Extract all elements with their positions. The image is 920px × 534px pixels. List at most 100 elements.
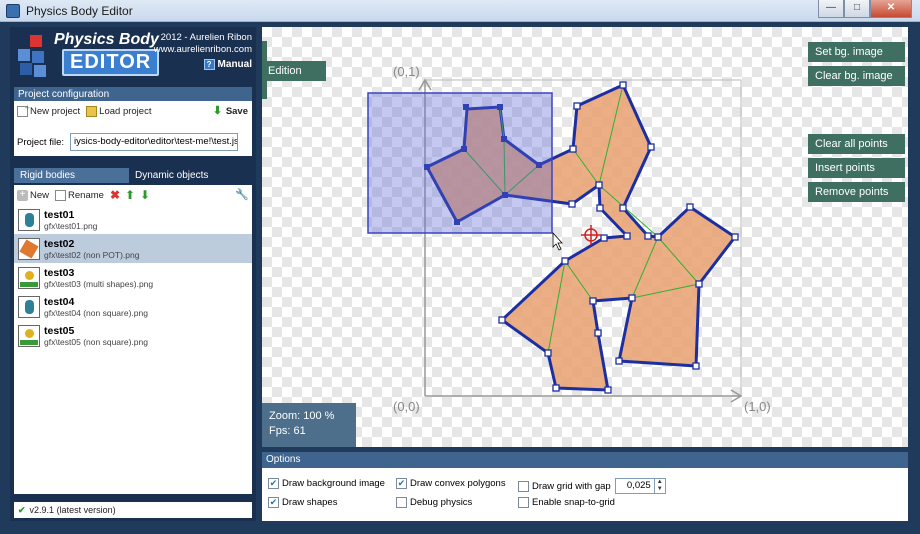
body-thumbnail (18, 208, 40, 231)
draw-bg-image-option[interactable]: ✔ Draw background image (268, 478, 385, 489)
grid-gap-spinner[interactable]: 0,025 ▲ ▼ (614, 478, 666, 494)
draw-convex-option[interactable]: ✔ Draw convex polygons (396, 478, 506, 489)
list-item[interactable]: test03 gfx\test03 (multi shapes).png (14, 263, 252, 292)
version-status: ✔ v2.9.1 (latest version) (14, 502, 252, 518)
grid-gap-input[interactable]: 0,025 (614, 478, 655, 494)
remove-points-button[interactable]: Remove points (808, 182, 905, 202)
body-path: gfx\test02 (non POT).png (44, 249, 140, 260)
body-name: test04 (44, 295, 75, 308)
project-file-input[interactable]: iysics-body-editor\editor\test-me!\test.… (70, 133, 238, 151)
new-project-button[interactable]: + New project (17, 103, 81, 117)
save-project-button[interactable]: ⬇ Save (212, 104, 248, 117)
app-icon (6, 4, 20, 18)
credits: 2012 - Aurelien Ribon www.aurelienribon.… (154, 32, 252, 56)
bodies-tabs: Rigid bodies Dynamic objects (14, 168, 252, 183)
logo: Physics Body EDITOR 2012 - Aurelien Ribo… (10, 27, 256, 85)
list-item[interactable]: test04 gfx\test04 (non square).png (14, 292, 252, 321)
editor-canvas[interactable]: (0,1) (0,0) (1,0) Edition Set bg. image … (262, 27, 908, 447)
new-body-button[interactable]: + New (17, 189, 50, 201)
tab-edition[interactable]: Edition (262, 61, 326, 81)
debug-physics-label: Debug physics (410, 497, 473, 508)
body-path: gfx\test04 (non square).png (44, 307, 148, 318)
new-document-icon: + (17, 103, 30, 117)
move-down-icon[interactable]: ⬇ (140, 189, 151, 201)
snap-to-grid-label: Enable snap-to-grid (532, 497, 615, 508)
window-controls: — □ ✕ (818, 0, 912, 18)
tab-rigid-bodies[interactable]: Rigid bodies (14, 168, 129, 183)
draw-shapes-option[interactable]: ✔ Draw shapes (268, 497, 337, 508)
save-arrow-icon: ⬇ (212, 104, 223, 117)
checkbox-unchecked[interactable] (396, 497, 407, 508)
rename-label: Rename (68, 189, 104, 201)
project-config-panel: + New project Load project ⬇ Save Projec… (14, 101, 252, 156)
body-thumbnail (18, 237, 40, 260)
options-header: Options (262, 452, 908, 468)
checkbox-checked[interactable]: ✔ (268, 497, 279, 508)
tab-dynamic-objects[interactable]: Dynamic objects (129, 168, 214, 183)
credits-website[interactable]: www.aurelienribon.com (154, 44, 252, 56)
clear-bg-image-button[interactable]: Clear bg. image (808, 66, 905, 86)
window-titlebar: Physics Body Editor — □ ✕ (0, 0, 920, 22)
load-project-button[interactable]: Load project (86, 105, 152, 117)
body-name: test01 (44, 208, 75, 221)
save-label: Save (225, 105, 248, 117)
window-title: Physics Body Editor (26, 4, 133, 18)
logo-cubes-icon (16, 33, 56, 79)
axis-label-top-left: (0,1) (393, 64, 420, 79)
project-config-header: Project configuration (14, 87, 252, 102)
wrench-icon[interactable]: 🔧 (235, 189, 249, 201)
insert-points-button[interactable]: Insert points (808, 158, 905, 178)
zoom-fps-overlay: Zoom: 100 % Fps: 61 (262, 403, 356, 447)
fps-counter: Fps: 61 (269, 425, 306, 437)
rename-icon (55, 189, 67, 201)
checkbox-checked[interactable]: ✔ (268, 478, 279, 489)
snap-to-grid-option[interactable]: Enable snap-to-grid (518, 497, 615, 508)
project-file-row: Project file: iysics-body-editor\editor\… (17, 133, 238, 151)
axis-label-bottom-left: (0,0) (393, 399, 420, 414)
body-path: gfx\test01.png (44, 220, 98, 231)
add-icon: + (17, 189, 28, 201)
credits-author: 2012 - Aurelien Ribon (160, 32, 252, 43)
selection-rectangle (367, 92, 553, 234)
spinner-arrows-icon[interactable]: ▲ ▼ (654, 478, 666, 494)
minimize-button[interactable]: — (818, 0, 844, 18)
draw-bg-image-label: Draw background image (282, 478, 385, 489)
mouse-cursor-icon (552, 231, 563, 251)
checkbox-unchecked[interactable] (518, 497, 529, 508)
checkbox-checked[interactable]: ✔ (396, 478, 407, 489)
delete-icon[interactable]: ✖ (110, 189, 121, 201)
maximize-button[interactable]: □ (844, 0, 870, 18)
new-project-label: New project (30, 105, 81, 117)
checkbox-unchecked[interactable] (518, 480, 529, 492)
manual-label: Manual (217, 59, 252, 70)
folder-icon (86, 105, 98, 117)
help-icon: ? (203, 59, 215, 70)
body-path: gfx\test05 (non square).png (44, 336, 148, 347)
list-item[interactable]: test02 gfx\test02 (non POT).png (14, 234, 252, 263)
body-thumbnail (18, 295, 40, 318)
move-up-icon[interactable]: ⬆ (125, 189, 136, 201)
clear-all-points-button[interactable]: Clear all points (808, 134, 905, 154)
project-file-label: Project file: (17, 136, 64, 148)
manual-link[interactable]: ? Manual (203, 59, 252, 70)
rename-body-button[interactable]: Rename (55, 189, 104, 201)
left-panel: Physics Body EDITOR 2012 - Aurelien Ribo… (10, 27, 256, 521)
body-thumbnail (18, 266, 40, 289)
new-body-label: New (30, 189, 50, 201)
check-icon: ✔ (18, 505, 26, 515)
body-path: gfx\test03 (multi shapes).png (44, 278, 154, 289)
load-project-label: Load project (99, 105, 152, 117)
set-bg-image-button[interactable]: Set bg. image (808, 42, 905, 62)
draw-grid-option[interactable]: Draw grid with gap 0,025 ▲ ▼ (518, 478, 666, 494)
close-button[interactable]: ✕ (870, 0, 912, 18)
list-item[interactable]: test01 gfx\test01.png (14, 205, 252, 234)
draw-grid-label: Draw grid with gap (532, 480, 611, 492)
zoom-level: Zoom: 100 % (269, 410, 335, 422)
bodies-toolbar: + New Rename ✖ ⬆ ⬇ 🔧 (14, 185, 252, 205)
logo-subtitle: EDITOR (62, 49, 160, 76)
body-thumbnail (18, 324, 40, 347)
debug-physics-option[interactable]: Debug physics (396, 497, 472, 508)
body-name: test03 (44, 266, 75, 279)
draw-convex-label: Draw convex polygons (410, 478, 506, 489)
list-item[interactable]: test05 gfx\test05 (non square).png (14, 321, 252, 350)
